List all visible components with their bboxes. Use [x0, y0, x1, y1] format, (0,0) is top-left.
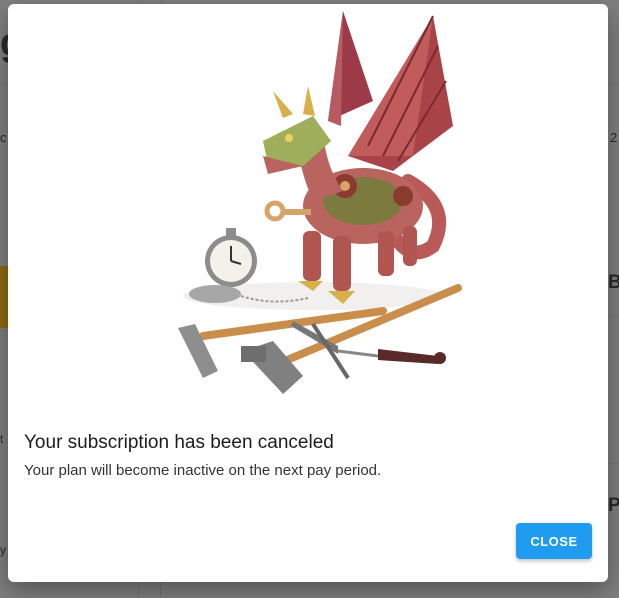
- steampunk-dragon-icon: [178, 11, 462, 394]
- background-text-fragment: 2: [610, 130, 618, 145]
- subscription-canceled-dialog: Your subscription has been canceled Your…: [8, 4, 608, 582]
- background-text-fragment: t: [0, 432, 4, 446]
- background-banner: [0, 266, 8, 328]
- close-button[interactable]: CLOSE: [516, 523, 592, 559]
- background-divider: [0, 330, 8, 331]
- background-divider: [608, 316, 619, 317]
- background-text-fragment: B: [608, 272, 619, 293]
- background-text-fragment: c: [0, 130, 7, 145]
- background-text-fragment: y: [0, 543, 6, 557]
- background-text-fragment: P: [608, 495, 619, 516]
- background-divider: [608, 463, 619, 464]
- dialog-title: Your subscription has been canceled: [24, 432, 334, 453]
- dialog-message: Your plan will become inactive on the ne…: [24, 462, 382, 479]
